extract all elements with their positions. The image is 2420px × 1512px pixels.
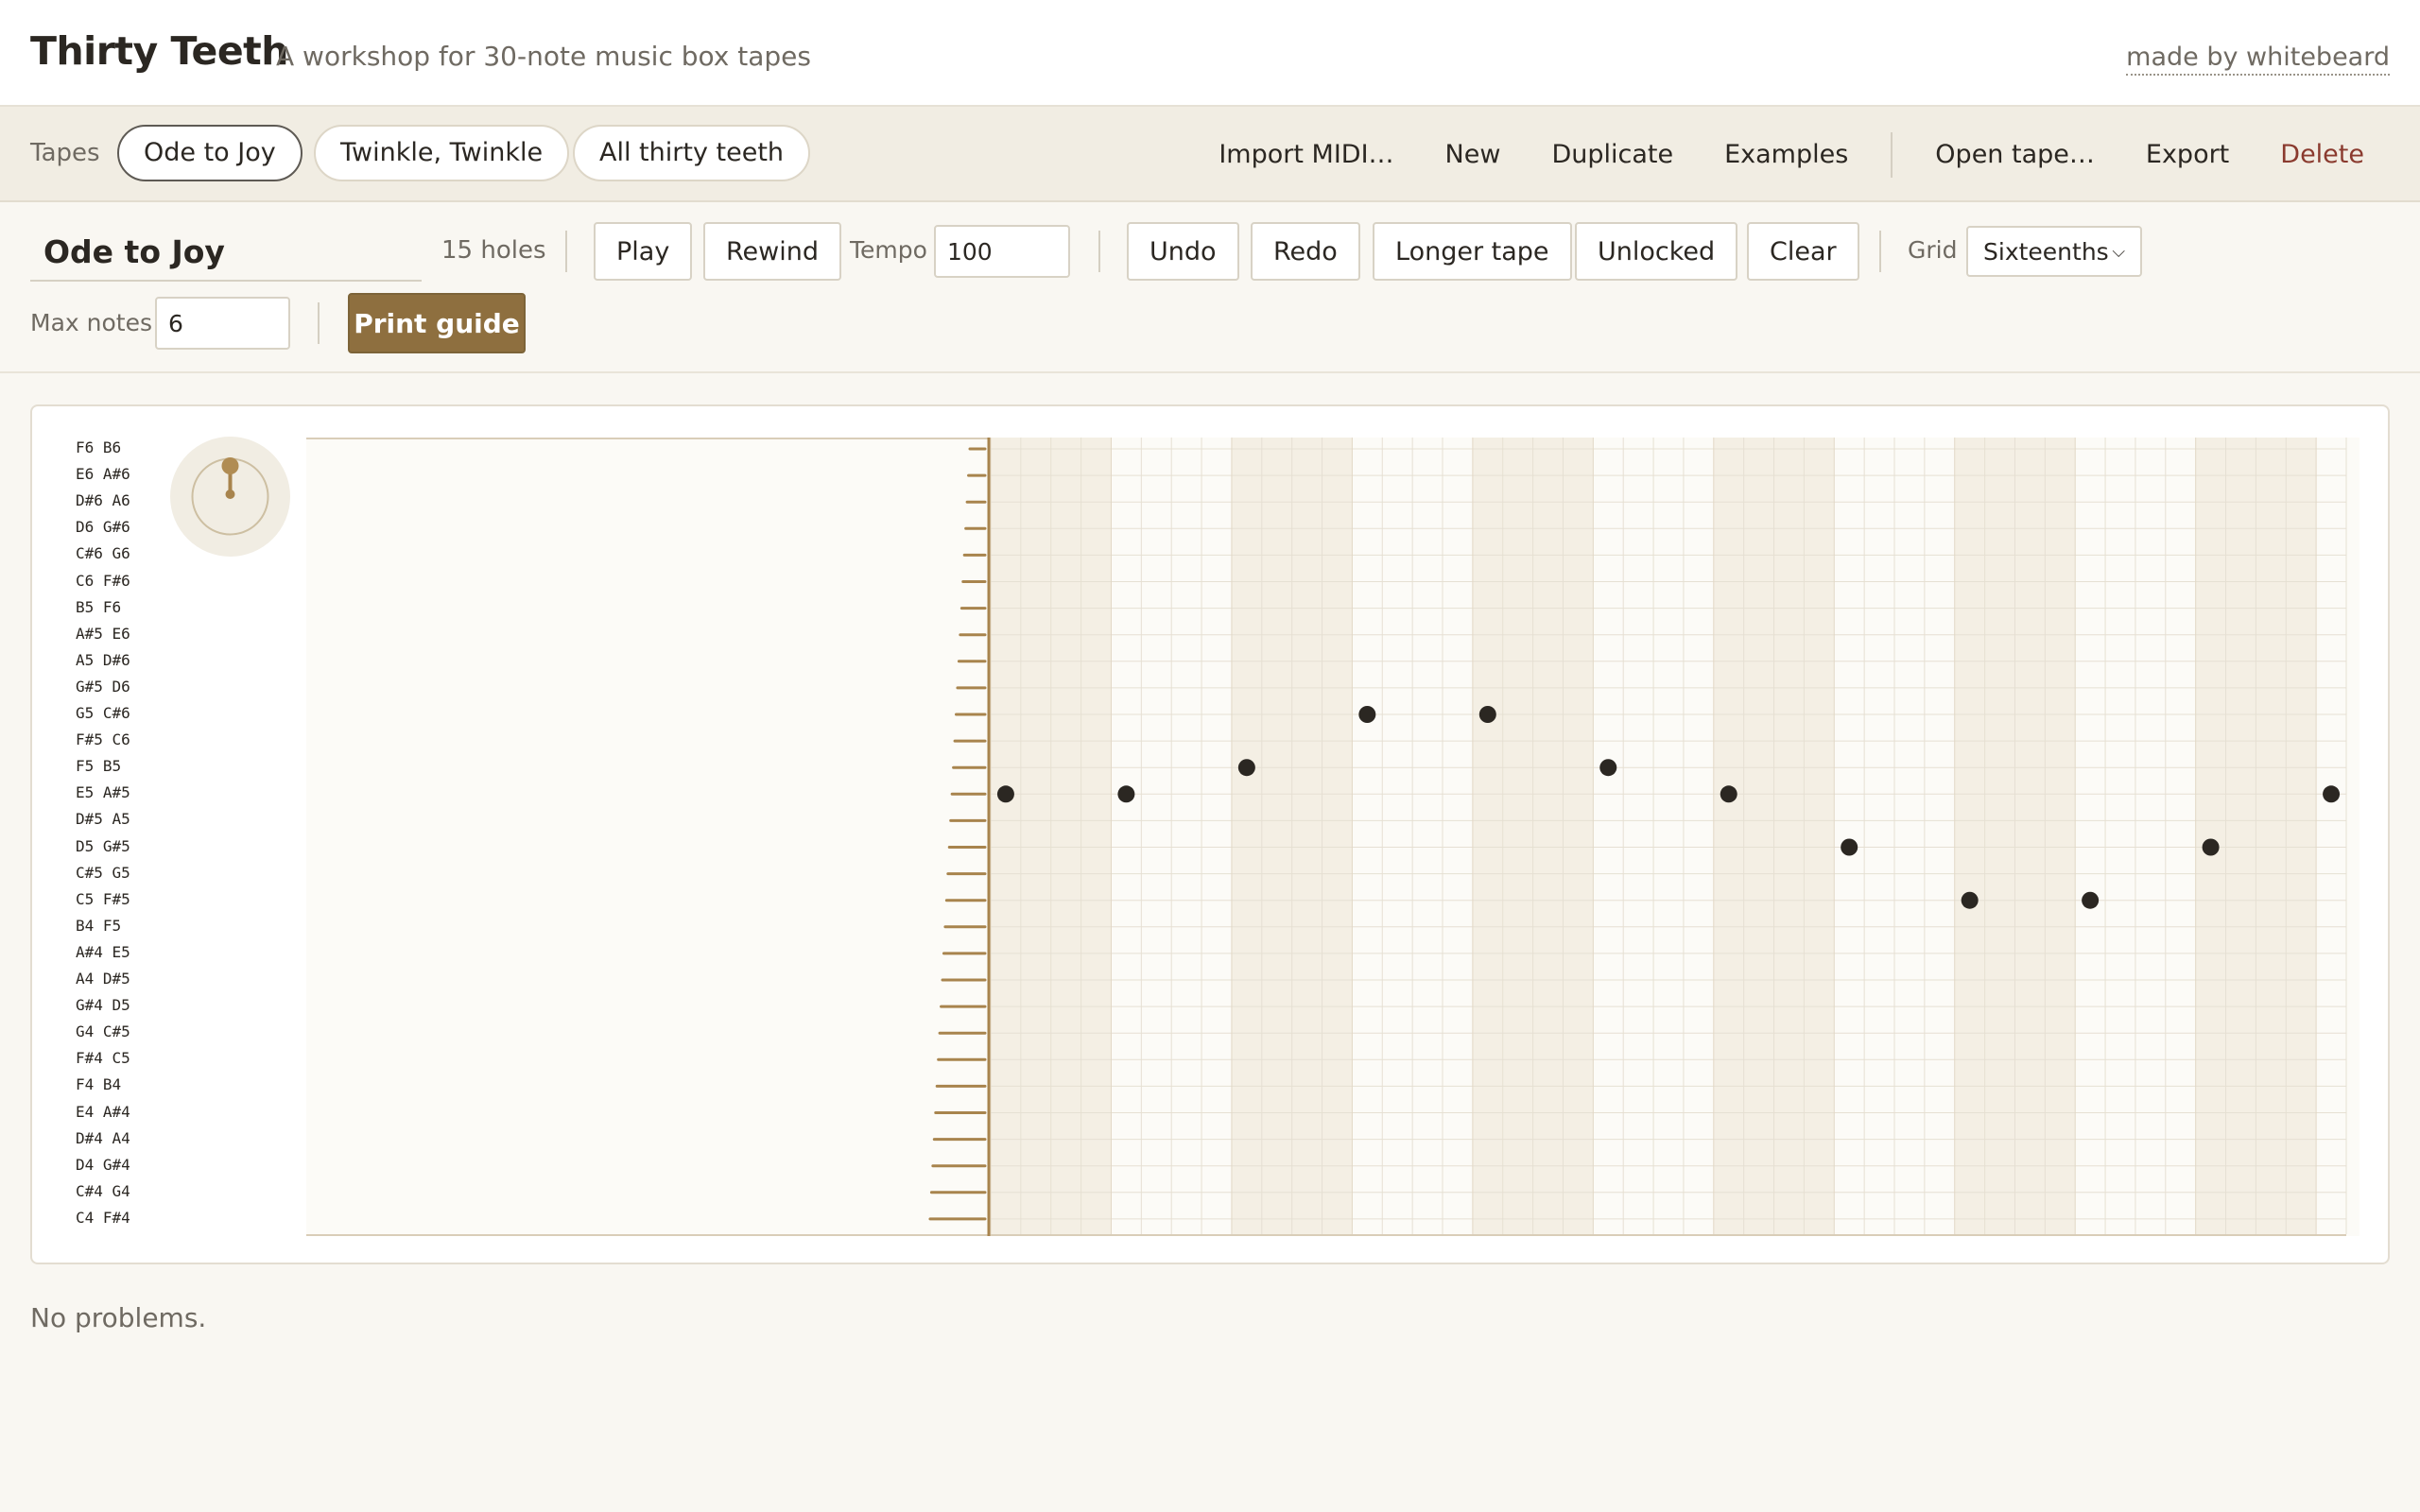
note-label: C#4 G4 <box>76 1181 130 1200</box>
note-hole <box>1117 785 1135 803</box>
note-hole <box>1478 706 1496 723</box>
note-hole <box>2082 891 2100 909</box>
tape-name-input[interactable] <box>30 223 422 282</box>
note-label: G5 C#6 <box>76 704 130 722</box>
note-label: B4 F5 <box>76 916 122 935</box>
app-header: Thirty Teeth A workshop for 30-note musi… <box>0 0 2420 107</box>
tape-grid[interactable] <box>306 438 2360 1236</box>
note-hole <box>1358 706 1376 723</box>
note-label: F5 B5 <box>76 757 122 776</box>
note-label: A4 D#5 <box>76 970 130 988</box>
examples-button[interactable]: Examples <box>1699 140 1874 169</box>
note-label: D#5 A5 <box>76 810 130 829</box>
chevron-down-icon: ⌵ <box>2112 241 2125 262</box>
actions-divider <box>1891 131 1893 178</box>
note-label: E5 A#5 <box>76 783 130 802</box>
note-hole <box>1961 891 1979 909</box>
import-midi-button[interactable]: Import MIDI… <box>1193 140 1419 169</box>
grid-label: Grid <box>1908 236 1958 264</box>
note-label: E4 A#4 <box>76 1102 130 1121</box>
note-label: F4 B4 <box>76 1075 122 1094</box>
redo-button[interactable]: Redo <box>1251 222 1360 281</box>
note-label: D4 G#4 <box>76 1155 130 1174</box>
note-label: G#4 D5 <box>76 996 130 1015</box>
note-label: A#5 E6 <box>76 624 130 643</box>
note-label: C#5 G5 <box>76 863 130 882</box>
tapes-label: Tapes <box>30 139 100 167</box>
holes-count: 15 holes <box>441 236 546 265</box>
lock-toggle-button[interactable]: Unlocked <box>1575 222 1738 281</box>
status-message: No problems. <box>30 1302 207 1333</box>
toolbar-divider <box>565 231 567 272</box>
note-label: C6 F#6 <box>76 571 130 590</box>
note-label: D6 G#6 <box>76 518 130 537</box>
app-title: Thirty Teeth <box>30 28 288 74</box>
tapes-actions: Import MIDI… New Duplicate Examples Open… <box>1193 107 2390 202</box>
toolbar-divider <box>1879 231 1881 272</box>
undo-button[interactable]: Undo <box>1127 222 1239 281</box>
clear-button[interactable]: Clear <box>1747 222 1859 281</box>
export-button[interactable]: Export <box>2120 140 2255 169</box>
grid-select[interactable]: Sixteenths ⌵ <box>1966 226 2142 277</box>
note-label: B5 F6 <box>76 597 122 616</box>
tape-tab-all-thirty-teeth[interactable]: All thirty teeth <box>573 125 811 181</box>
playback-dial[interactable] <box>170 437 290 557</box>
max-notes-input[interactable] <box>155 297 290 350</box>
tape-editor: F6 B6 E6 A#6 D#6 A6 D6 G#6 C#6 G6 C6 F#6 B5 F6… <box>30 404 2390 1264</box>
note-label: C#6 G6 <box>76 544 130 563</box>
longer-tape-button[interactable]: Longer tape <box>1373 222 1572 281</box>
note-label: G#5 D6 <box>76 677 130 696</box>
note-label: D#4 A4 <box>76 1128 130 1147</box>
note-hole <box>2202 838 2220 856</box>
note-label: F#4 C5 <box>76 1049 130 1068</box>
open-tape-button[interactable]: Open tape… <box>1910 140 2120 169</box>
note-label: D#6 A6 <box>76 491 130 510</box>
note-label: C5 F#5 <box>76 889 130 908</box>
note-label: G4 C#5 <box>76 1022 130 1041</box>
play-button[interactable]: Play <box>594 222 693 281</box>
note-hole <box>996 785 1014 803</box>
note-label: A5 D#6 <box>76 650 130 669</box>
editor-toolbar: 15 holes Play Rewind Tempo Undo Redo Lon… <box>0 202 2420 373</box>
duplicate-tape-button[interactable]: Duplicate <box>1526 140 1699 169</box>
new-tape-button[interactable]: New <box>1420 140 1527 169</box>
made-by-link[interactable]: made by whitebeard <box>2126 43 2390 76</box>
note-label: C4 F#4 <box>76 1208 130 1227</box>
note-hole <box>2323 785 2341 803</box>
toolbar-divider <box>318 302 320 344</box>
beat-band <box>2316 438 2346 1234</box>
delete-tape-button[interactable]: Delete <box>2255 140 2390 169</box>
note-label: E6 A#6 <box>76 465 130 484</box>
rewind-button[interactable]: Rewind <box>703 222 841 281</box>
note-label: F#5 C6 <box>76 730 130 749</box>
tapes-bar: Tapes Ode to Joy Twinkle, Twinkle All th… <box>0 107 2420 202</box>
max-notes-label: Max notes <box>30 309 152 336</box>
note-label: A#4 E5 <box>76 942 130 961</box>
toolbar-divider <box>1098 231 1100 272</box>
print-guide-button[interactable]: Print guide <box>348 293 526 353</box>
note-hole <box>1237 759 1255 777</box>
tempo-label: Tempo <box>850 236 927 264</box>
tape-tab-ode-to-joy[interactable]: Ode to Joy <box>117 125 302 181</box>
note-hole <box>1720 785 1737 803</box>
dial-icon <box>191 457 269 536</box>
tempo-input[interactable] <box>934 225 1070 278</box>
note-label: D5 G#5 <box>76 836 130 855</box>
tape-tab-twinkle-twinkle[interactable]: Twinkle, Twinkle <box>314 125 570 181</box>
grid-select-value: Sixteenths <box>1983 237 2109 266</box>
note-hole <box>1599 759 1617 777</box>
note-label: F6 B6 <box>76 438 122 456</box>
app-subtitle: A workshop for 30-note music box tapes <box>276 41 811 72</box>
note-hole <box>1841 838 1858 856</box>
